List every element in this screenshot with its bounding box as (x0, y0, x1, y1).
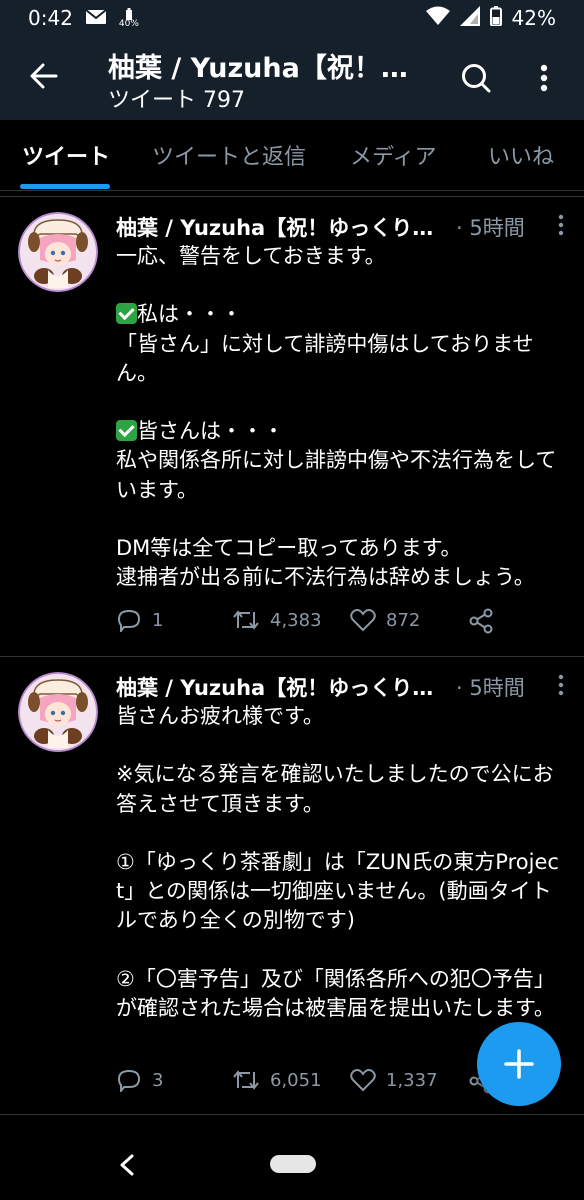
signal-icon (459, 5, 480, 31)
retweet-count: 6,051 (270, 1069, 322, 1091)
retweet-icon (233, 1070, 259, 1090)
tweet-timestamp: · 5時間 (456, 676, 525, 700)
search-button[interactable] (454, 56, 498, 100)
reply-count: 3 (152, 1069, 164, 1091)
plus-icon (504, 1049, 534, 1079)
tweet-header: 柚葉 / Yuzuha【祝！ゆっくり茶… · 5時間 (116, 212, 564, 242)
tweet-divider (0, 1114, 584, 1115)
profile-name: 柚葉 / Yuzuha【祝！… (108, 53, 408, 84)
reply-icon (117, 609, 141, 632)
system-home-button[interactable] (270, 1155, 316, 1173)
like-count: 1,337 (386, 1069, 438, 1091)
system-navigation-bar (0, 1128, 584, 1200)
tweet-actions: 1 4,383 872 (116, 608, 556, 640)
tweet-text: 皆さんお疲れ様です。 ※気になる発言を確認いたしましたので公にお答えさせて頂きま… (116, 704, 559, 1021)
like-button[interactable]: 872 (350, 608, 420, 632)
like-count: 872 (386, 609, 421, 631)
tweet-author-name[interactable]: 柚葉 / Yuzuha【祝！ゆっくり茶… (116, 212, 446, 242)
status-bar: 0:42 40% 42% (0, 0, 584, 36)
more-vertical-icon (540, 64, 548, 92)
tweet-menu-button[interactable] (558, 214, 564, 241)
tweet-timestamp: · 5時間 (456, 216, 525, 240)
chevron-left-icon (120, 1154, 134, 1176)
heart-icon (350, 1069, 376, 1092)
battery-percent: 42% (511, 6, 556, 30)
share-icon (469, 608, 493, 634)
tab-tweets[interactable]: ツイート (22, 120, 110, 190)
search-icon (462, 64, 491, 93)
avatar[interactable] (18, 212, 98, 292)
reply-button[interactable]: 3 (116, 1068, 163, 1092)
tweet-text-line: 皆さんは・・・ (137, 419, 284, 444)
tweet-text-line: 私や関係各所に対し誹謗中傷や不法行為をしています。 (116, 448, 557, 502)
avatar[interactable] (18, 672, 98, 752)
profile-header: 柚葉 / Yuzuha【祝！… ツイート 797 (0, 36, 584, 120)
retweet-button[interactable]: 6,051 (232, 1068, 322, 1092)
retweet-count: 4,383 (270, 609, 322, 631)
tweet-text-line: 「皆さん」に対して誹謗中傷はしておりません。 (116, 331, 534, 385)
battery-saver-icon: 40% (118, 7, 139, 29)
profile-tabs: ツイート ツイートと返信 メディア いいね (0, 120, 584, 190)
retweet-icon (233, 610, 259, 630)
system-back-button[interactable] (112, 1150, 142, 1180)
arrow-left-icon (30, 63, 58, 89)
battery-icon (489, 5, 502, 31)
tweet-author-name[interactable]: 柚葉 / Yuzuha【祝！ゆっくり茶… (116, 672, 446, 702)
reply-icon (117, 1069, 141, 1092)
tweet-count: ツイート 797 (108, 88, 245, 113)
more-options-button[interactable] (524, 56, 564, 100)
retweet-button[interactable]: 4,383 (232, 608, 322, 632)
share-button[interactable] (468, 608, 494, 634)
tweet-menu-button[interactable] (558, 674, 564, 701)
divider (0, 196, 584, 197)
wifi-icon (425, 6, 450, 31)
tweet-text-line: 一応、警告をしておきます。 (116, 244, 386, 268)
back-button[interactable] (22, 54, 66, 98)
tab-likes[interactable]: いいね (488, 120, 554, 190)
tab-tweets-and-replies[interactable]: ツイートと返信 (152, 120, 306, 190)
tweet-divider (0, 656, 584, 657)
tabs-divider (0, 190, 584, 191)
tweet-header: 柚葉 / Yuzuha【祝！ゆっくり茶… · 5時間 (116, 672, 564, 702)
active-tab-indicator (20, 184, 110, 189)
more-vertical-icon (558, 674, 564, 696)
status-time: 0:42 (28, 6, 73, 30)
tweet-text-line: 私は・・・ (137, 302, 242, 327)
check-mark-icon (116, 420, 137, 442)
heart-icon (350, 609, 376, 632)
reply-count: 1 (152, 609, 164, 631)
more-vertical-icon (558, 214, 564, 236)
battery-saver-level: 40% (118, 18, 139, 29)
tab-media[interactable]: メディア (350, 120, 436, 190)
tweet-text: 一応、警告をしておきます。 私は・・・ 「皆さん」に対して誹謗中傷はしておりませ… (116, 242, 566, 592)
mail-icon (85, 6, 107, 30)
compose-tweet-button[interactable] (477, 1022, 561, 1106)
tweet-text-line: DM等は全てコピー取ってあります。 逮捕者が出る前に不法行為は辞めましょう。 (116, 536, 535, 590)
reply-button[interactable]: 1 (116, 608, 163, 632)
like-button[interactable]: 1,337 (350, 1068, 438, 1092)
check-mark-icon (116, 303, 137, 325)
